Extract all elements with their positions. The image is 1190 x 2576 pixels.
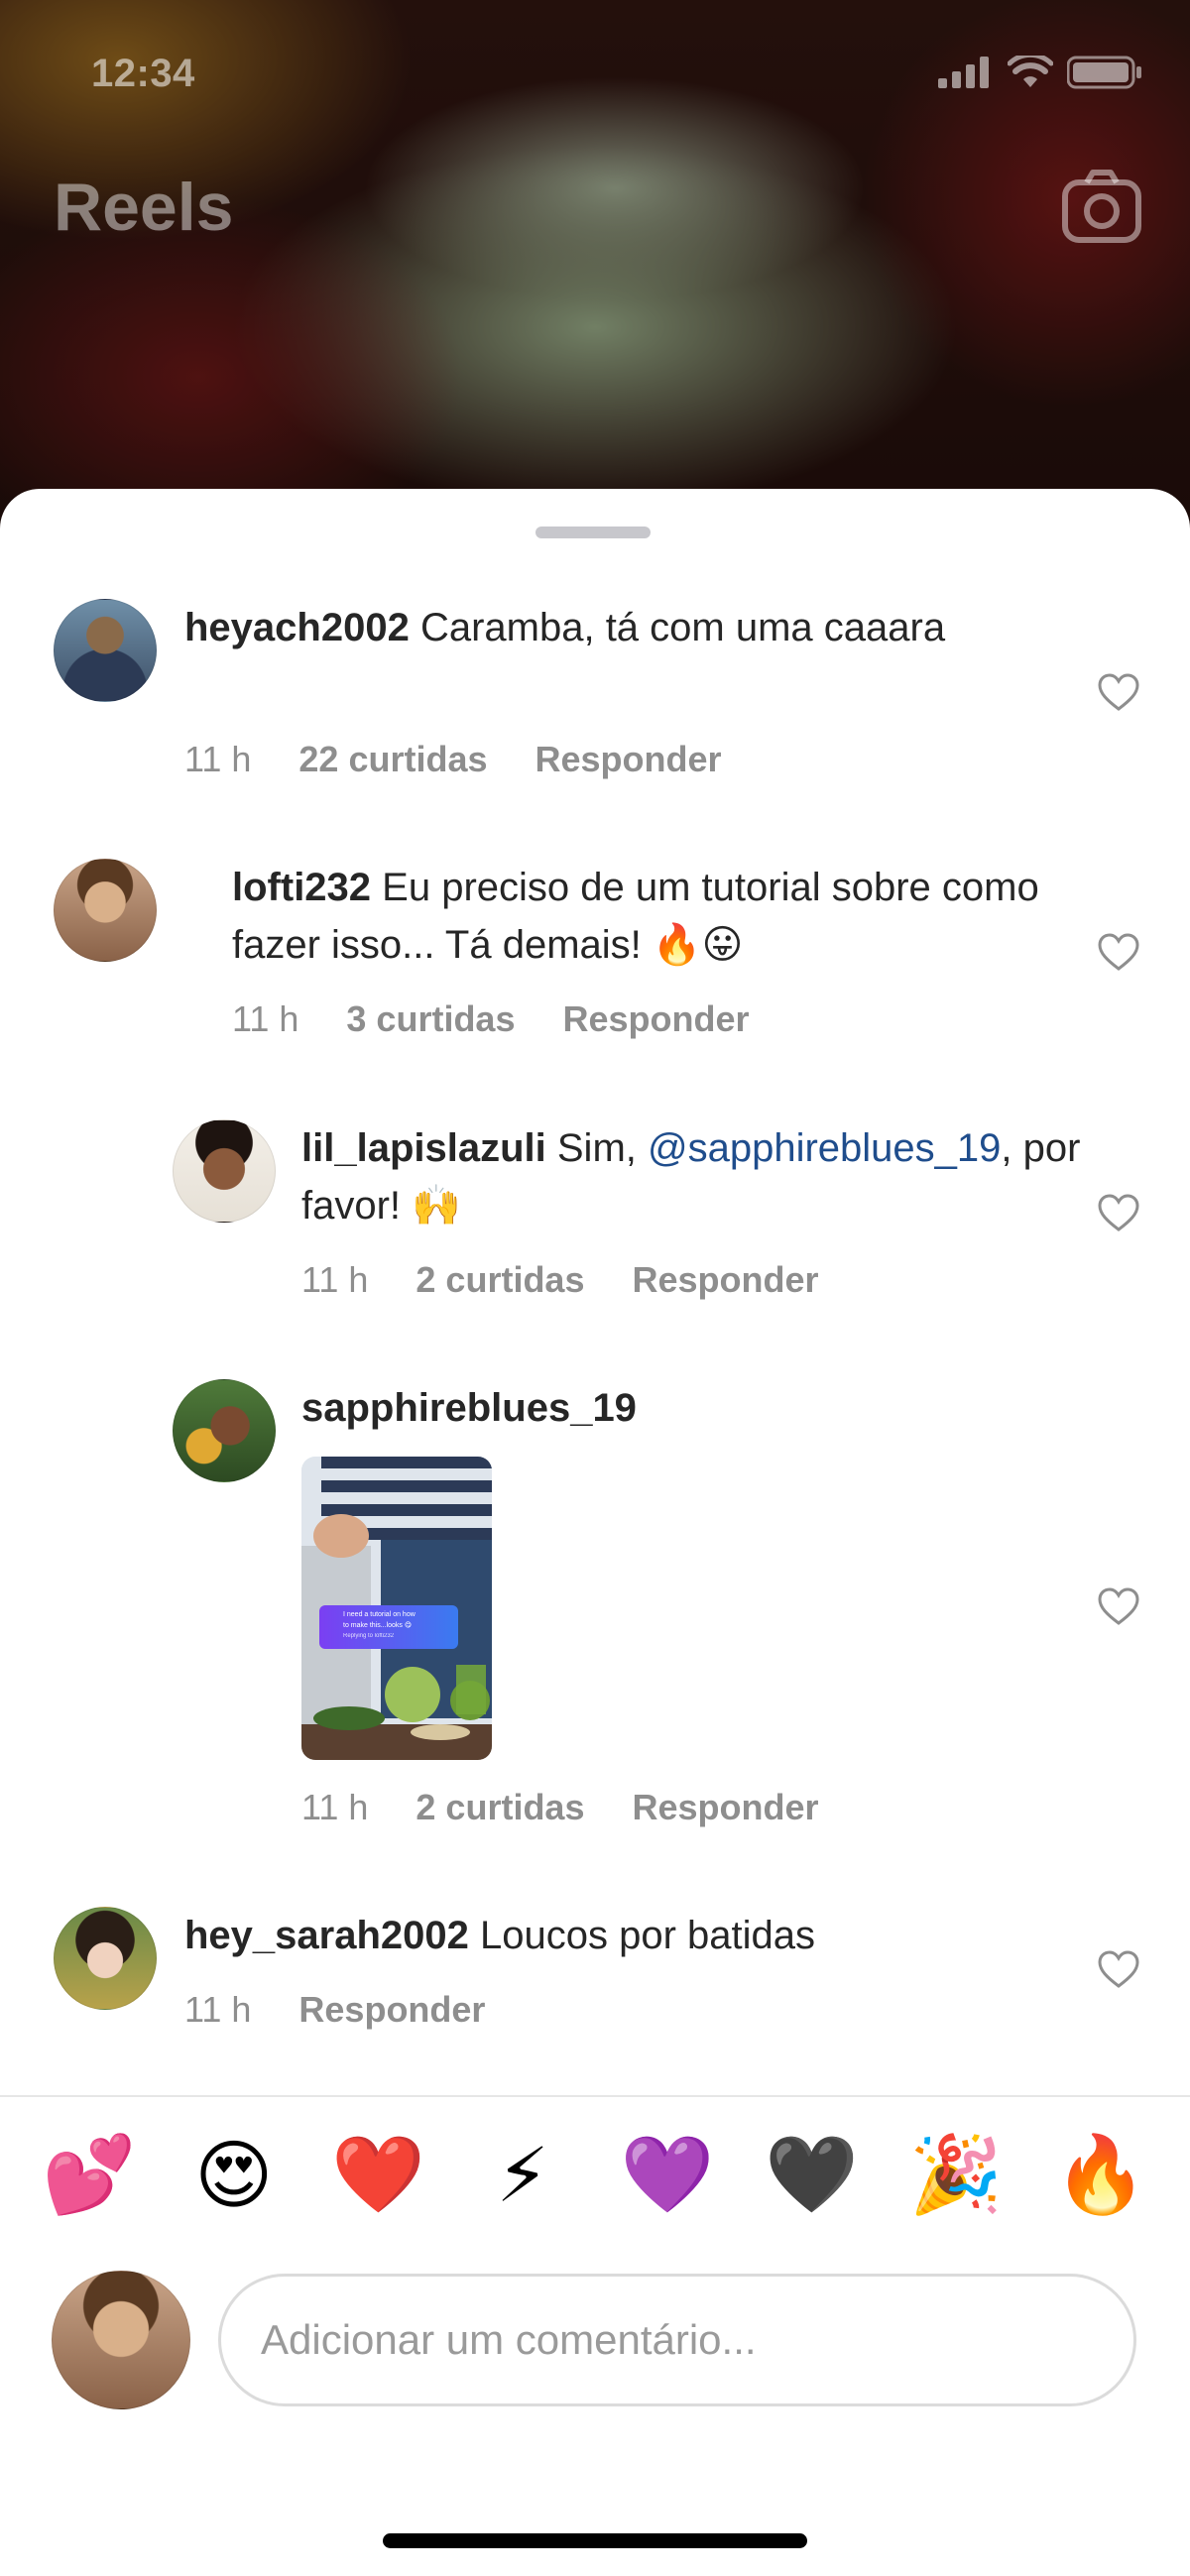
reply-sticker: I need a tutorial on how to make this...… [319,1605,458,1649]
comment-time: 11 h [301,1787,369,1827]
emoji-black-heart[interactable]: 🖤 [763,2130,862,2219]
like-heart-icon[interactable] [1097,932,1140,972]
comment-meta: 11 h 22 curtidas Responder [184,739,722,780]
comment-username[interactable]: hey_sarah2002 [184,1914,469,1957]
comment-meta: 11 h Responder [184,1989,485,2031]
status-icons [938,56,1142,89]
like-heart-icon[interactable] [1097,1586,1140,1626]
comment-meta: 11 h 2 curtidas Responder [301,1787,819,1828]
avatar[interactable] [54,859,157,962]
battery-icon [1067,56,1141,89]
comment-likes[interactable]: 3 curtidas [346,998,515,1040]
emoji-lightning[interactable]: ⚡ [473,2131,572,2219]
comment-time: 11 h [301,1259,369,1300]
reply-button[interactable]: Responder [632,1787,818,1828]
status-time: 12:34 [91,52,195,95]
avatar[interactable] [173,1379,276,1482]
comment-time: 11 h [184,1989,252,2030]
reply-button[interactable]: Responder [298,1989,485,2031]
comment-input[interactable] [218,2274,1136,2406]
comment-text: sapphireblues_19 [301,1379,1095,1437]
video-reply-thumbnail[interactable]: I need a tutorial on how to make this...… [301,1457,492,1760]
reply-button[interactable]: Responder [536,739,722,780]
reply-button[interactable]: Responder [632,1259,818,1301]
camera-button[interactable] [1061,169,1142,249]
comment-time: 11 h [184,739,252,779]
comment-username[interactable]: heyach2002 [184,606,410,649]
current-user-avatar [52,2271,190,2409]
like-heart-icon[interactable] [1097,1949,1140,1989]
composer-divider [0,2095,1190,2097]
reply-button[interactable]: Responder [562,998,749,1040]
comment-text: hey_sarah2002 Loucos por batidas [184,1914,816,1957]
comment-username[interactable]: lil_lapislazuli [301,1126,546,1170]
page-title: Reels [54,170,234,245]
avatar[interactable] [173,1119,276,1223]
comment-text: lil_lapislazuli Sim, @sapphireblues_19, … [301,1126,1081,1228]
emoji-party-popper[interactable]: 🎉 [906,2130,1006,2219]
avatar[interactable] [54,1907,157,2010]
emoji-purple-heart[interactable]: 💜 [618,2130,717,2219]
emoji-fire[interactable]: 🔥 [1051,2130,1150,2219]
comments-sheet: heyach2002 Caramba, tá com uma caaara 11… [0,489,1190,2576]
emoji-quick-bar: 💕 😍 ❤️ ⚡ 💜 🖤 🎉 🔥 [40,2125,1150,2224]
comment-meta: 11 h 2 curtidas Responder [301,1259,819,1301]
comment-username[interactable]: sapphireblues_19 [301,1386,637,1430]
home-indicator [383,2533,807,2548]
emoji-red-heart[interactable]: ❤️ [328,2130,427,2219]
like-heart-icon[interactable] [1097,1193,1140,1232]
camera-icon [1062,170,1141,243]
sheet-grabber[interactable] [536,527,651,538]
comment-text: heyach2002 Caramba, tá com uma caaara [184,606,946,649]
avatar[interactable] [54,599,157,702]
comment-likes[interactable]: 22 curtidas [298,739,487,780]
comment-time: 11 h [232,998,299,1039]
comment-meta: 11 h 3 curtidas Responder [232,998,750,1040]
comment-text: lofti232 Eu preciso de um tutorial sobre… [232,866,1039,967]
comment-username[interactable]: lofti232 [232,866,371,909]
comment-likes[interactable]: 2 curtidas [416,1259,584,1301]
wifi-icon [1008,56,1053,87]
emoji-heart-eyes[interactable]: 😍 [184,2131,284,2219]
mention-link[interactable]: @sapphireblues_19 [648,1126,1001,1170]
emoji-two-hearts[interactable]: 💕 [40,2130,139,2219]
signal-icon [938,57,989,88]
like-heart-icon[interactable] [1097,672,1140,712]
comment-likes[interactable]: 2 curtidas [416,1787,584,1828]
